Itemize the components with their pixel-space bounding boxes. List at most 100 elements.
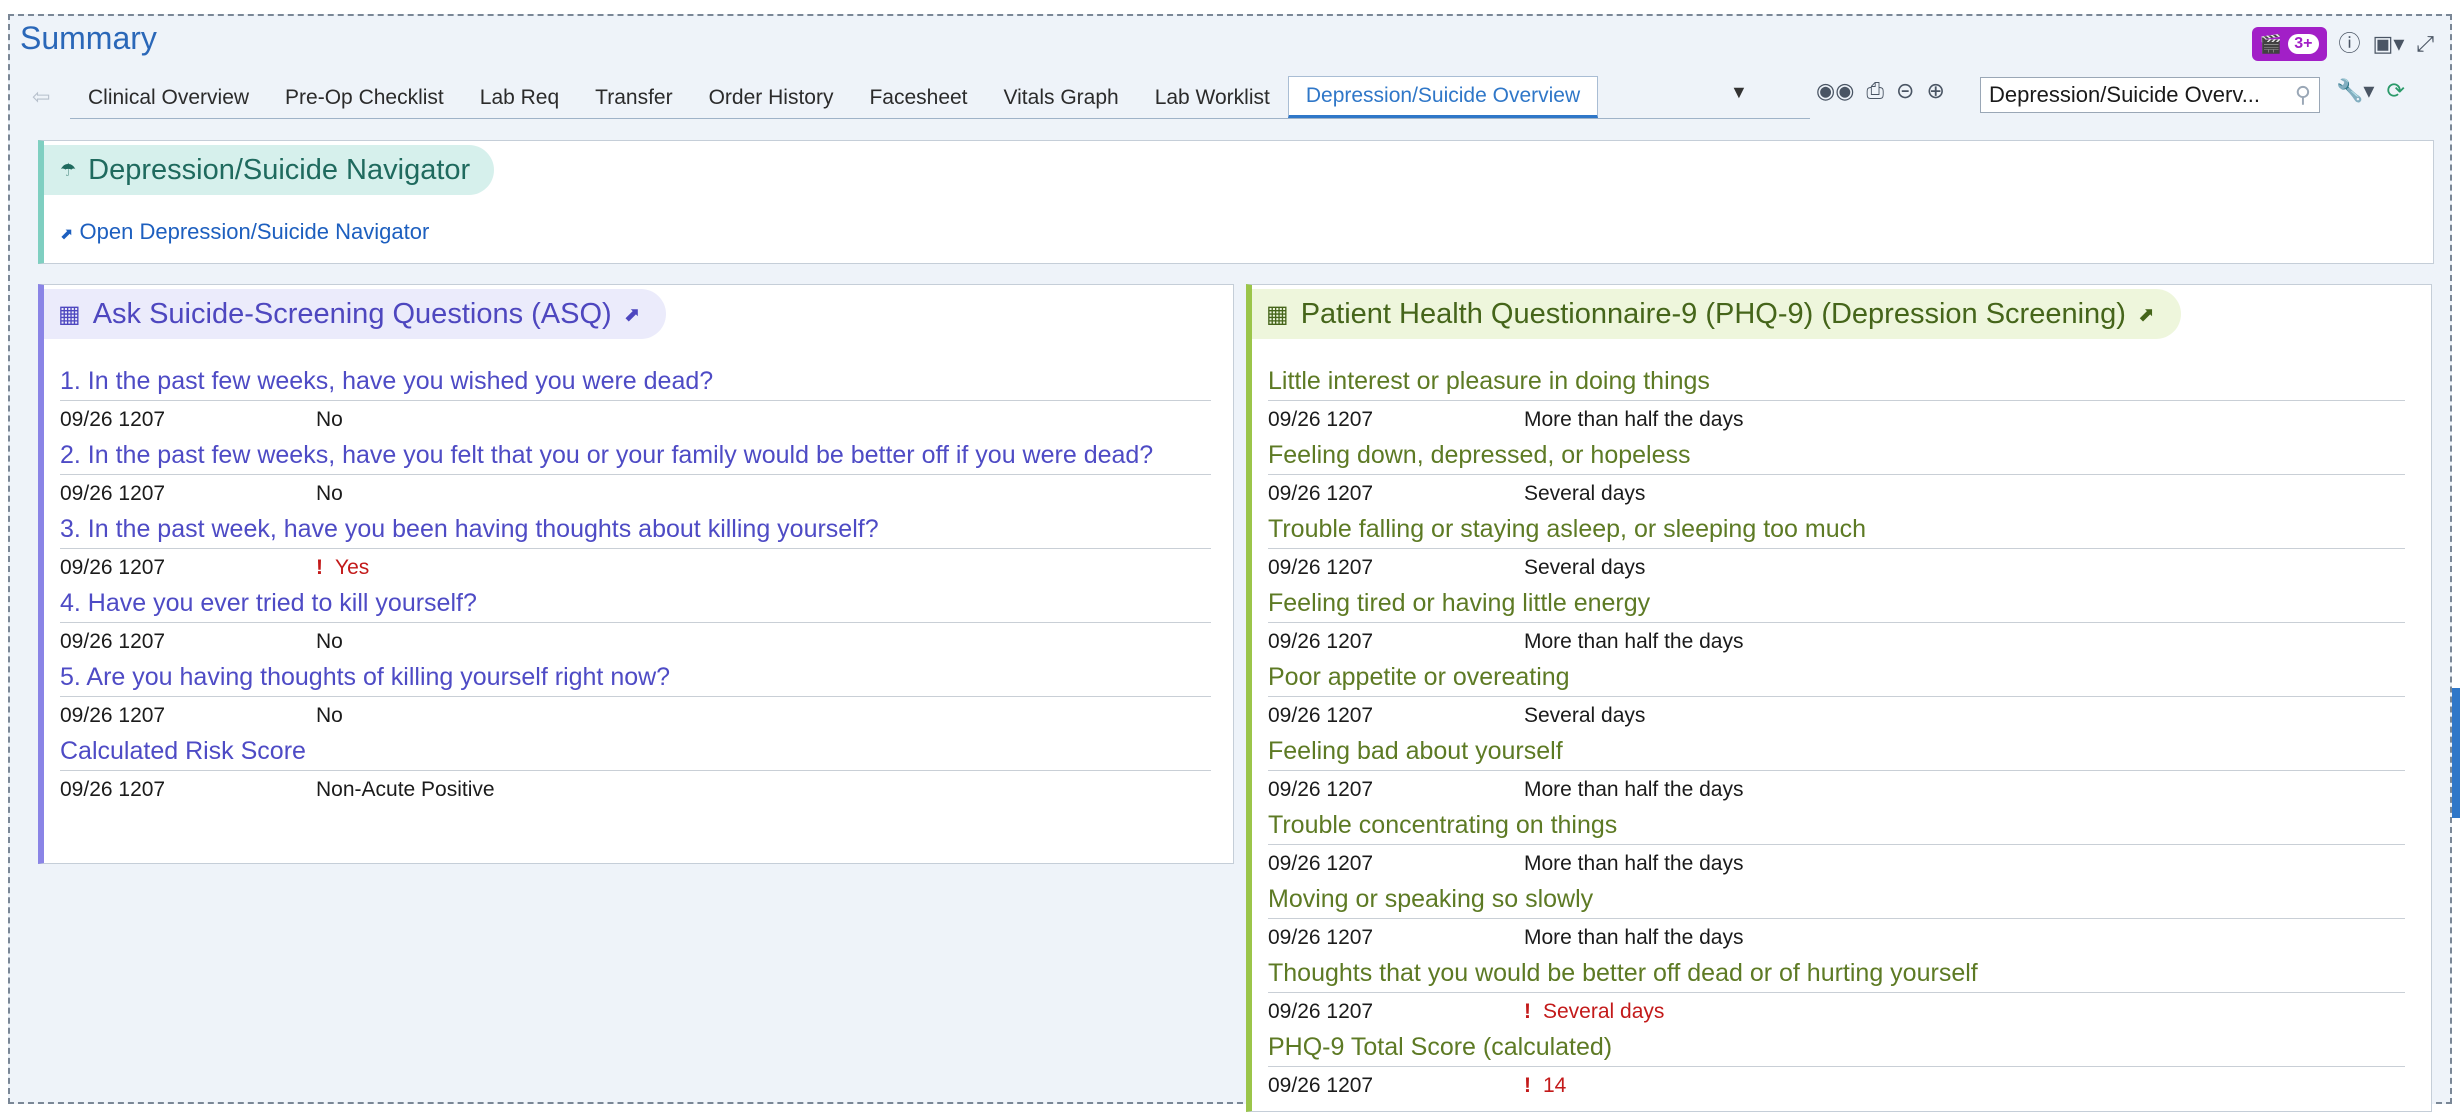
expand-icon[interactable]: ⤢: [2416, 33, 2434, 55]
result-date: 09/26 1207: [1268, 704, 1374, 727]
result-answer: Several days: [1524, 477, 1645, 511]
result-row: 09/26 1207 No: [60, 699, 1211, 733]
question-label: Feeling bad about yourself: [1268, 735, 2405, 771]
result-answer: Non-Acute Positive: [316, 773, 495, 807]
navigator-icon: ☂: [60, 159, 77, 180]
answer-text: No: [316, 704, 343, 727]
scrollbar-thumb[interactable]: [2452, 688, 2460, 818]
question-label: 2. In the past few weeks, have you felt …: [60, 439, 1211, 475]
question-label: 4. Have you ever tried to kill yourself?: [60, 587, 1211, 623]
question-label: 3. In the past week, have you been havin…: [60, 513, 1211, 549]
asq-list: 1. In the past few weeks, have you wishe…: [60, 365, 1211, 809]
tab-order-history[interactable]: Order History: [691, 77, 852, 118]
answer-text: Yes: [335, 556, 370, 579]
phq9-list: Little interest or pleasure in doing thi…: [1268, 365, 2405, 1105]
tab-vitals-graph[interactable]: Vitals Graph: [986, 77, 1137, 118]
answer-text: More than half the days: [1524, 630, 1744, 653]
navigator-title: Depression/Suicide Navigator: [88, 153, 471, 186]
open-navigator-link[interactable]: ⬈ Open Depression/Suicide Navigator: [60, 219, 429, 245]
tab-overflow-chevron-icon[interactable]: ▼: [1730, 82, 1748, 103]
result-row: 09/26 1207 More than half the days: [1268, 403, 2405, 437]
binoculars-icon[interactable]: ◉◉: [1816, 80, 1854, 102]
print-icon[interactable]: ⎙: [1866, 80, 1884, 102]
result-date: 09/26 1207: [1268, 630, 1374, 653]
result-answer: No: [316, 403, 343, 437]
result-row: 09/26 1207! 14: [1268, 1069, 2405, 1103]
tab-bar: ⇦ Clinical Overview Pre-Op Checklist Lab…: [10, 74, 2450, 119]
result-row: 09/26 1207 Several days: [1268, 551, 2405, 585]
tab-lab-req[interactable]: Lab Req: [462, 77, 577, 118]
question-label: Feeling down, depressed, or hopeless: [1268, 439, 2405, 475]
result-answer: Several days: [1524, 551, 1645, 585]
settings-tools: 🔧▾ ⟳: [2336, 80, 2405, 102]
answer-text: Non-Acute Positive: [316, 778, 495, 801]
result-date: 09/26 1207: [60, 630, 166, 653]
alert-icon: !: [1524, 1074, 1531, 1097]
search-icon[interactable]: ⚲: [2295, 82, 2311, 108]
tab-facesheet[interactable]: Facesheet: [851, 77, 985, 118]
question-label: Little interest or pleasure in doing thi…: [1268, 365, 2405, 401]
result-answer: No: [316, 625, 343, 659]
tab-pre-op-checklist[interactable]: Pre-Op Checklist: [267, 77, 462, 118]
question-label: 1. In the past few weeks, have you wishe…: [60, 365, 1211, 401]
asq-header[interactable]: ▦ Ask Suicide-Screening Questions (ASQ) …: [44, 289, 667, 339]
help-icon[interactable]: ⓘ: [2339, 33, 2361, 55]
top-right-toolbar: 🎬 3+ ⓘ ▣▾ ⤢: [2251, 24, 2434, 64]
result-row: 09/26 1207 ! Several days: [1268, 995, 2405, 1029]
question-label: Thoughts that you would be better off de…: [1268, 957, 2405, 993]
window-icon[interactable]: ▣▾: [2373, 33, 2405, 55]
result-date: 09/26 1207: [60, 778, 166, 801]
tab-list: Clinical Overview Pre-Op Checklist Lab R…: [70, 74, 1599, 118]
summary-window: Summary 🎬 3+ ⓘ ▣▾ ⤢ ⇦ Clinical Overview …: [8, 14, 2460, 1112]
result-row: 09/26 1207! Yes: [60, 551, 1211, 585]
clapper-icon: 🎬: [2259, 33, 2283, 54]
result-answer: ! Several days: [1524, 995, 1664, 1029]
phq9-panel: ▦ Patient Health Questionnaire-9 (PHQ-9)…: [1246, 284, 2432, 1112]
external-link-icon: ⬈: [60, 226, 74, 243]
result-row: 09/26 1207 No: [60, 477, 1211, 511]
tab-transfer[interactable]: Transfer: [577, 77, 690, 118]
search-input[interactable]: Depression/Suicide Overv... ⚲: [1980, 77, 2320, 113]
result-date: 09/26 1207: [1268, 556, 1374, 579]
zoom-out-icon[interactable]: ⊝: [1896, 80, 1914, 102]
result-date: 09/26 1207: [1268, 1000, 1374, 1023]
result-answer: No: [316, 477, 343, 511]
question-label: Moving or speaking so slowly: [1268, 883, 2405, 919]
refresh-icon[interactable]: ⟳: [2386, 80, 2404, 102]
result-answer: More than half the days: [1524, 921, 1743, 955]
answer-text: No: [316, 408, 343, 431]
navigator-panel: ☂ Depression/Suicide Navigator ⬈ Open De…: [38, 140, 2434, 264]
result-date: 09/26 1207: [1268, 852, 1374, 875]
zoom-in-icon[interactable]: ⊕: [1926, 80, 1944, 102]
tab-depression-suicide-overview[interactable]: Depression/Suicide Overview: [1287, 76, 1599, 118]
question-label: Trouble falling or staying asleep, or sl…: [1268, 513, 2405, 549]
result-row: 09/26 1207 More than half the days: [1268, 847, 2405, 881]
question-label: 5. Are you having thoughts of killing yo…: [60, 661, 1211, 697]
result-row: 09/26 1207 Several days: [1268, 477, 2405, 511]
answer-text: 14: [1543, 1074, 1567, 1097]
external-link-icon: ⬈: [623, 303, 641, 326]
back-arrow-icon[interactable]: ⇦: [32, 84, 50, 110]
asq-panel: ▦ Ask Suicide-Screening Questions (ASQ) …: [38, 284, 1234, 864]
open-navigator-label: Open Depression/Suicide Navigator: [79, 219, 430, 244]
question-label: PHQ-9 Total Score (calculated): [1268, 1031, 2405, 1067]
tab-lab-worklist[interactable]: Lab Worklist: [1137, 77, 1288, 118]
question-label: Trouble concentrating on things: [1268, 809, 2405, 845]
result-row: 09/26 1207 Non-Acute Positive: [60, 773, 1211, 807]
phq9-header[interactable]: ▦ Patient Health Questionnaire-9 (PHQ-9)…: [1252, 289, 2181, 339]
answer-text: Several days: [1524, 704, 1646, 727]
answer-text: More than half the days: [1524, 926, 1744, 949]
wrench-icon[interactable]: 🔧▾: [2336, 80, 2374, 102]
result-answer: More than half the days: [1524, 625, 1743, 659]
result-date: 09/26 1207: [60, 556, 166, 579]
grid-icon: ▦: [1266, 300, 1289, 328]
question-label: Poor appetite or overeating: [1268, 661, 2405, 697]
view-tools: ◉◉ ⎙ ⊝ ⊕: [1816, 80, 1945, 102]
notifications-badge[interactable]: 🎬 3+: [2251, 27, 2327, 61]
tab-clinical-overview[interactable]: Clinical Overview: [70, 77, 267, 118]
result-row: 09/26 1207 Several days: [1268, 699, 2405, 733]
result-answer: More than half the days: [1524, 403, 1743, 437]
notification-count: 3+: [2288, 34, 2319, 54]
result-date: 09/26 1207: [1268, 482, 1374, 505]
answer-text: Several days: [1524, 482, 1646, 505]
